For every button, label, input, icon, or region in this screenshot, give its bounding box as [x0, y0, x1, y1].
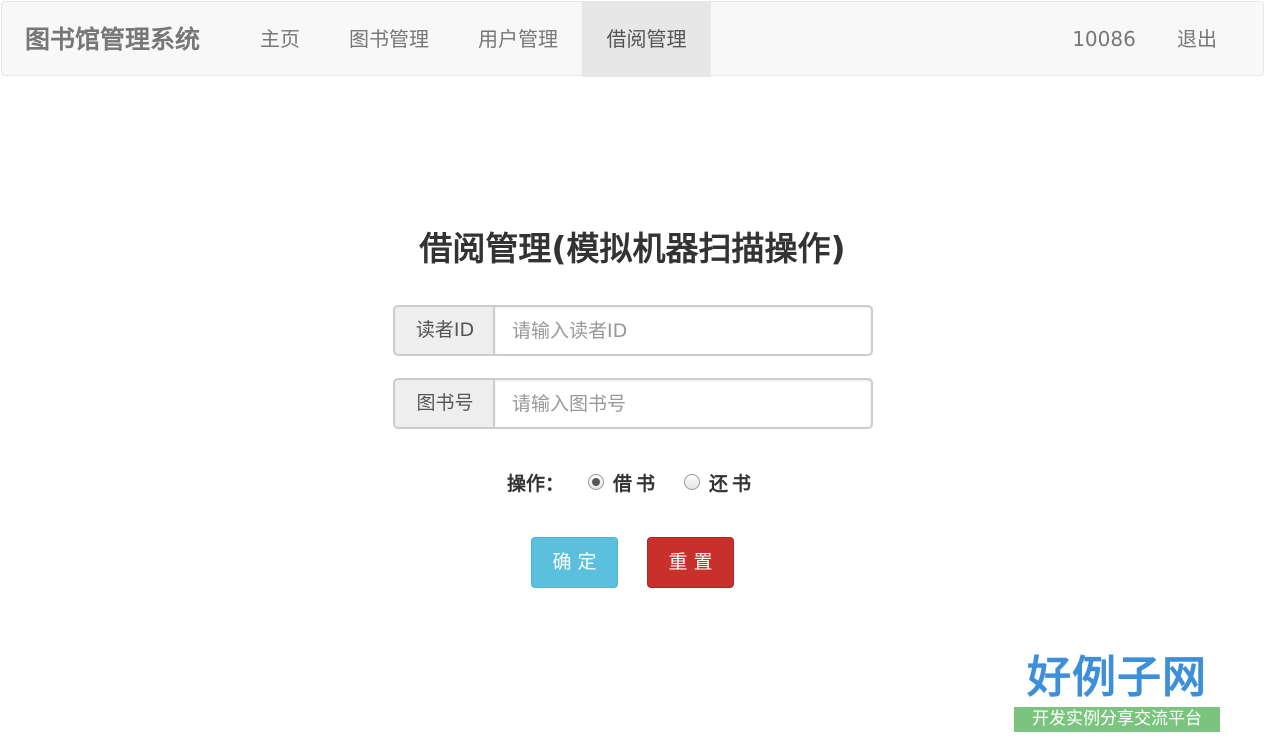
reset-button[interactable]: 重置 — [647, 537, 734, 588]
book-id-input[interactable] — [493, 378, 873, 429]
reader-id-input[interactable] — [493, 305, 873, 356]
nav-item-user-management[interactable]: 用户管理 — [454, 2, 582, 77]
page-title: 借阅管理(模拟机器扫描操作) — [419, 229, 846, 268]
book-id-group: 图书号 — [393, 378, 873, 429]
reader-id-label: 读者ID — [393, 305, 495, 356]
reader-id-group: 读者ID — [393, 305, 873, 356]
borrow-radio-label[interactable]: 借书 — [613, 470, 659, 498]
borrow-radio[interactable] — [588, 474, 604, 490]
return-radio-label[interactable]: 还书 — [709, 470, 755, 498]
watermark-subtitle: 开发实例分享交流平台 — [1014, 707, 1220, 732]
nav-item-borrow-management[interactable]: 借阅管理 — [582, 2, 711, 77]
watermark-logo: 好例子网 开发实例分享交流平台 — [1012, 652, 1222, 734]
watermark-title: 好例子网 — [1027, 652, 1207, 703]
app-brand[interactable]: 图书馆管理系统 — [25, 2, 200, 77]
current-user-id[interactable]: 10086 — [1060, 2, 1148, 77]
nav-item-book-management[interactable]: 图书管理 — [326, 2, 452, 77]
operation-label: 操作： — [507, 473, 565, 495]
nav-item-home[interactable]: 主页 — [241, 2, 319, 77]
return-radio[interactable] — [684, 474, 700, 490]
book-id-label: 图书号 — [393, 378, 495, 429]
top-navbar: 图书馆管理系统 主页 图书管理 用户管理 借阅管理 10086 退出 — [1, 1, 1264, 77]
logout-link[interactable]: 退出 — [1160, 2, 1234, 77]
confirm-button[interactable]: 确定 — [531, 537, 618, 588]
